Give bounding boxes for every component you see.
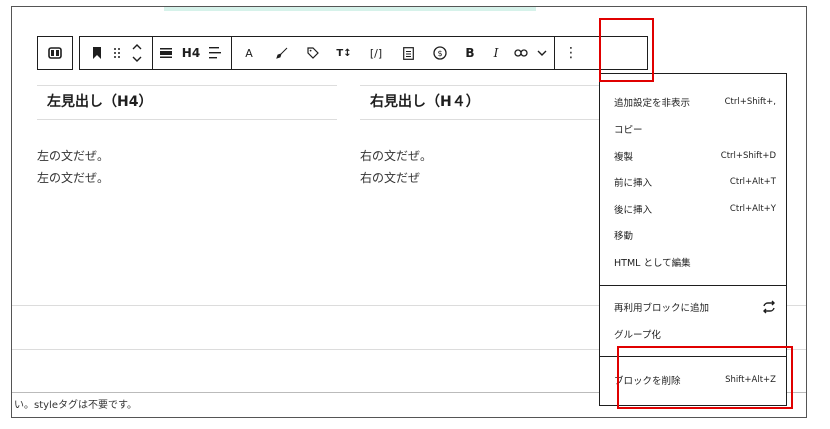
menu-item-label: 再利用ブロックに追加 <box>614 303 710 314</box>
menu-item-duplicate[interactable]: 複製 Ctrl+Shift+D <box>614 146 776 166</box>
highlight-box-remove <box>617 346 793 409</box>
reusable-block-icon <box>763 300 775 314</box>
menu-item-edit-html[interactable]: HTML として編集 <box>614 252 776 272</box>
menu-item-shortcut: Ctrl+Shift+, <box>724 97 776 107</box>
document-icon <box>402 46 414 60</box>
menu-item-shortcut: Ctrl+Shift+D <box>720 151 776 161</box>
right-paragraph-line[interactable]: 右の文だぜ <box>360 169 420 186</box>
inline-code-button[interactable]: [/] <box>360 37 392 69</box>
menu-item-copy[interactable]: コピー <box>614 119 776 139</box>
menu-item-hide-settings[interactable]: 追加設定を非表示 Ctrl+Shift+, <box>614 92 776 112</box>
highlight-box-options <box>599 18 654 82</box>
highlight-button[interactable] <box>266 37 298 69</box>
menu-item-insert-before[interactable]: 前に挿入 Ctrl+Alt+T <box>614 172 776 192</box>
menu-divider <box>600 285 786 286</box>
right-column-heading[interactable]: 右見出し（H４） <box>360 85 610 120</box>
menu-item-label: コピー <box>614 125 643 136</box>
top-accent-strip <box>164 7 536 11</box>
block-type-group <box>37 36 73 70</box>
menu-item-label: グループ化 <box>614 330 661 341</box>
align-left-icon <box>209 47 221 59</box>
right-paragraph-line[interactable]: 右の文だぜ。 <box>360 147 432 164</box>
footer-note: い。styleタグは不要です。 <box>14 400 137 411</box>
left-paragraph-line[interactable]: 左の文だぜ。 <box>37 169 109 186</box>
align-full-icon <box>160 48 172 58</box>
text-align-button[interactable] <box>203 37 227 69</box>
align-button[interactable] <box>153 37 179 69</box>
options-button[interactable]: ⋮ <box>555 37 587 69</box>
heading-level-button[interactable]: H4 <box>179 37 203 69</box>
menu-item-label: 前に挿入 <box>614 178 653 189</box>
text-color-button[interactable]: A <box>232 37 266 69</box>
move-up-down-button[interactable] <box>126 37 148 69</box>
menu-item-label: 後に挿入 <box>614 205 653 216</box>
chevron-up-down-icon <box>132 44 142 62</box>
more-formats-dropdown[interactable] <box>534 37 550 69</box>
menu-item-shortcut: Ctrl+Alt+Y <box>729 204 776 214</box>
menu-item-label: HTML として編集 <box>614 258 691 269</box>
menu-item-label: 複製 <box>614 152 634 163</box>
menu-item-add-reusable[interactable]: 再利用ブロックに追加 <box>614 297 776 317</box>
document-button[interactable] <box>392 37 424 69</box>
chevron-down-icon <box>537 50 547 56</box>
font-size-button[interactable]: T↕ <box>328 37 360 69</box>
tag-button[interactable] <box>298 37 328 69</box>
currency-button[interactable]: $ <box>424 37 456 69</box>
drag-handle-icon <box>114 48 120 58</box>
drag-handle[interactable] <box>108 37 126 69</box>
menu-item-move[interactable]: 移動 <box>614 225 776 245</box>
main-toolbar: H4 A T↕ [/] $ B I ⋮ <box>79 36 648 70</box>
italic-button[interactable]: I <box>484 37 508 69</box>
bold-button[interactable]: B <box>456 37 484 69</box>
columns-icon <box>48 47 62 59</box>
link-button[interactable] <box>508 37 534 69</box>
bookmark-button[interactable] <box>86 37 108 69</box>
menu-item-insert-after[interactable]: 後に挿入 Ctrl+Alt+Y <box>614 199 776 219</box>
menu-item-shortcut: Ctrl+Alt+T <box>729 177 776 187</box>
columns-block-button[interactable] <box>38 37 72 69</box>
left-column-heading[interactable]: 左見出し（H4） <box>37 85 337 120</box>
tag-icon <box>307 47 319 59</box>
left-paragraph-line[interactable]: 左の文だぜ。 <box>37 147 109 164</box>
menu-item-label: 移動 <box>614 231 634 242</box>
bookmark-icon <box>93 47 101 59</box>
menu-item-label: 追加設定を非表示 <box>614 98 691 109</box>
link-icon <box>514 49 528 57</box>
menu-item-group[interactable]: グループ化 <box>614 324 776 344</box>
brush-icon <box>276 47 288 59</box>
dollar-circle-icon: $ <box>433 46 447 60</box>
svg-text:$: $ <box>437 49 442 58</box>
